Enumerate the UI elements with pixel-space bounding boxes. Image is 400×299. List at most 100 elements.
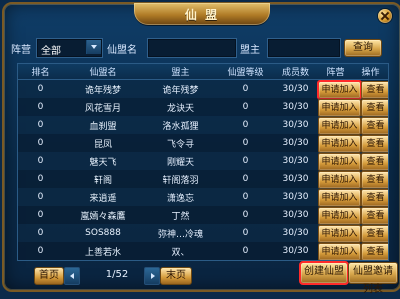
row-actions: 申请加入 查看 (318, 189, 388, 207)
view-button[interactable]: 查看 (361, 153, 388, 171)
row-guild-name: 诡年残梦 (84, 85, 121, 96)
row-guild-name: 上善若水 (84, 247, 121, 258)
guild-name-label: 仙盟名 (107, 45, 137, 56)
camp-select[interactable]: 全部 (36, 38, 103, 58)
header-rank: 排名 (31, 68, 50, 78)
row-guild-name: SOS888 (85, 228, 121, 238)
row-rank: 0 (37, 210, 44, 220)
apply-join-button[interactable]: 申请加入 (318, 99, 361, 117)
row-rank: 0 (37, 192, 44, 202)
apply-join-button[interactable]: 申请加入 (318, 135, 361, 153)
next-page-icon[interactable] (144, 267, 160, 285)
row-guild-name: 昆凤 (93, 139, 112, 150)
row-level: 0 (242, 192, 249, 202)
close-icon[interactable] (378, 9, 392, 23)
search-button[interactable]: 查询 (344, 39, 382, 57)
row-guild-name: 风花雪月 (84, 103, 121, 114)
table-row: 0 嵐嫣々森鷹 丁然 0 30/30 九幽 申请加入 查看 (18, 206, 388, 225)
view-button[interactable]: 查看 (361, 117, 388, 135)
view-button[interactable]: 查看 (361, 189, 388, 207)
row-guild-name: 魅天飞 (89, 157, 117, 168)
row-actions: 申请加入 查看 (318, 99, 388, 117)
row-members: 30/30 (282, 174, 309, 184)
row-rank: 0 (37, 228, 44, 238)
row-actions: 申请加入 查看 (318, 117, 388, 135)
row-members: 30/30 (282, 138, 309, 148)
row-members: 30/30 (282, 156, 309, 166)
row-leader: 刚耀天 (166, 157, 194, 168)
row-level: 0 (242, 228, 249, 238)
row-members: 30/30 (282, 102, 309, 112)
row-members: 30/30 (282, 120, 309, 130)
table-row: 0 上善若水 双、 0 30/30 九幽 申请加入 查看 (18, 242, 388, 260)
guild-table: 排名 仙盟名 盟主 仙盟等级 成员数 阵营 操作 0 诡年残梦 诡年残梦 0 3… (17, 63, 389, 261)
view-button[interactable]: 查看 (361, 243, 388, 260)
camp-label: 阵营 (11, 45, 31, 56)
row-actions: 申请加入 查看 (317, 80, 388, 100)
table-header: 排名 仙盟名 盟主 仙盟等级 成员数 阵营 操作 (18, 64, 388, 80)
row-actions: 申请加入 查看 (318, 135, 388, 153)
row-leader: 轩阁落羽 (162, 175, 199, 186)
table-row: 0 来逍遥 潇逸忘 0 30/30 天道 申请加入 查看 (18, 188, 388, 207)
apply-join-button[interactable]: 申请加入 (318, 207, 361, 225)
row-rank: 0 (37, 102, 44, 112)
last-page-button[interactable]: 末页 (160, 267, 192, 285)
row-guild-name: 轩阁 (93, 175, 112, 186)
view-button[interactable]: 查看 (361, 135, 388, 153)
filters-bar: 阵营 全部 仙盟名 盟主 查询 (11, 38, 393, 58)
apply-join-button[interactable]: 申请加入 (318, 243, 361, 260)
row-members: 30/30 (282, 210, 309, 220)
row-level: 0 (242, 84, 249, 94)
row-level: 0 (242, 174, 249, 184)
row-actions: 申请加入 查看 (318, 207, 388, 225)
row-rank: 0 (37, 84, 44, 94)
header-members: 成员数 (281, 68, 309, 78)
row-actions: 申请加入 查看 (318, 225, 388, 243)
apply-join-button[interactable]: 申请加入 (318, 153, 361, 171)
window-title: 仙 盟 (184, 8, 220, 22)
header-ops: 操作 (361, 68, 380, 78)
first-page-button[interactable]: 首页 (34, 267, 64, 285)
header-level: 仙盟等级 (227, 68, 264, 78)
table-row: 0 风花雪月 龙诀天 0 30/30 九幽 申请加入 查看 (18, 98, 388, 117)
row-rank: 0 (37, 246, 44, 256)
create-guild-button[interactable]: 创建仙盟 (299, 261, 349, 285)
table-rows: 0 诡年残梦 诡年残梦 0 30/30 九幽 申请加入 查看 0 风花雪月 龙诀… (18, 80, 388, 260)
row-guild-name: 来逍遥 (89, 193, 117, 204)
row-rank: 0 (37, 138, 44, 148)
row-level: 0 (242, 246, 249, 256)
view-button[interactable]: 查看 (361, 81, 388, 99)
view-button[interactable]: 查看 (361, 99, 388, 117)
row-leader: 诡年残梦 (162, 85, 199, 96)
title-plaque: 仙 盟 (134, 3, 270, 25)
row-members: 30/30 (282, 246, 309, 256)
leader-input[interactable] (267, 38, 341, 58)
row-rank: 0 (37, 174, 44, 184)
prev-page-icon[interactable] (64, 267, 80, 285)
camp-select-value: 全部 (41, 46, 61, 57)
row-level: 0 (242, 138, 249, 148)
view-button[interactable]: 查看 (361, 225, 388, 243)
row-leader: 飞令寻 (166, 139, 194, 150)
guild-invites-button[interactable]: 仙盟邀请列表 (348, 262, 398, 295)
table-row: 0 昆凤 飞令寻 0 30/30 九幽 申请加入 查看 (18, 134, 388, 153)
apply-join-button[interactable]: 申请加入 (318, 117, 361, 135)
table-row: 0 轩阁 轩阁落羽 0 30/30 天道 申请加入 查看 (18, 170, 388, 189)
view-button[interactable]: 查看 (361, 171, 388, 189)
apply-join-button[interactable]: 申请加入 (318, 189, 361, 207)
row-actions: 申请加入 查看 (318, 171, 388, 189)
view-button[interactable]: 查看 (361, 207, 388, 225)
apply-join-button[interactable]: 申请加入 (317, 80, 362, 100)
row-level: 0 (242, 102, 249, 112)
row-leader: 双、 (171, 247, 190, 258)
row-rank: 0 (37, 120, 44, 130)
row-level: 0 (242, 120, 249, 130)
row-leader: 弥神…冷魂 (157, 229, 203, 240)
header-leader: 盟主 (171, 68, 190, 78)
apply-join-button[interactable]: 申请加入 (318, 171, 361, 189)
chevron-down-icon[interactable] (86, 40, 101, 54)
apply-join-button[interactable]: 申请加入 (318, 225, 361, 243)
header-guild-name: 仙盟名 (89, 68, 117, 78)
guild-name-input[interactable] (147, 38, 237, 58)
row-leader: 龙诀天 (166, 103, 194, 114)
